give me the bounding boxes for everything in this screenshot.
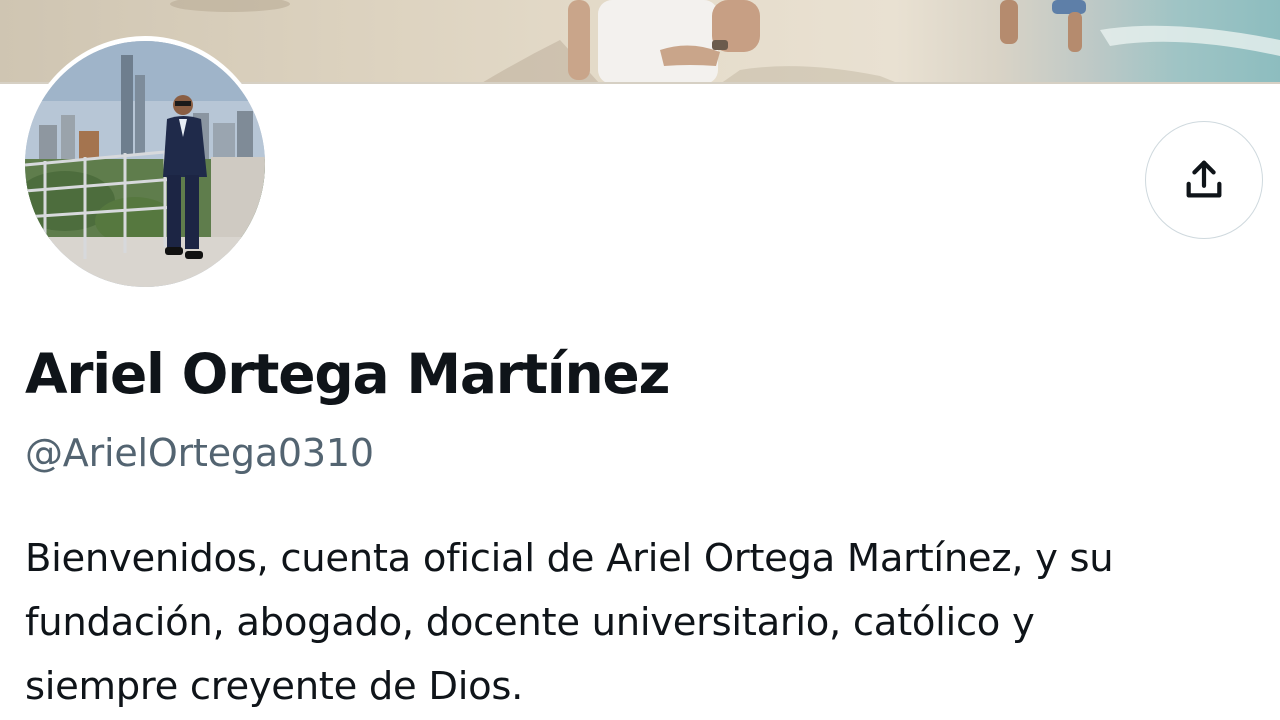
profile-handle: @ArielOrtega0310 xyxy=(25,431,374,475)
profile-photo-icon xyxy=(25,41,265,287)
share-button[interactable] xyxy=(1145,121,1263,239)
avatar[interactable] xyxy=(25,41,265,287)
share-upload-icon xyxy=(1186,160,1222,198)
profile-bio: Bienvenidos, cuenta oficial de Ariel Ort… xyxy=(25,536,1114,709)
profile-display-name: Ariel Ortega Martínez xyxy=(25,342,671,406)
